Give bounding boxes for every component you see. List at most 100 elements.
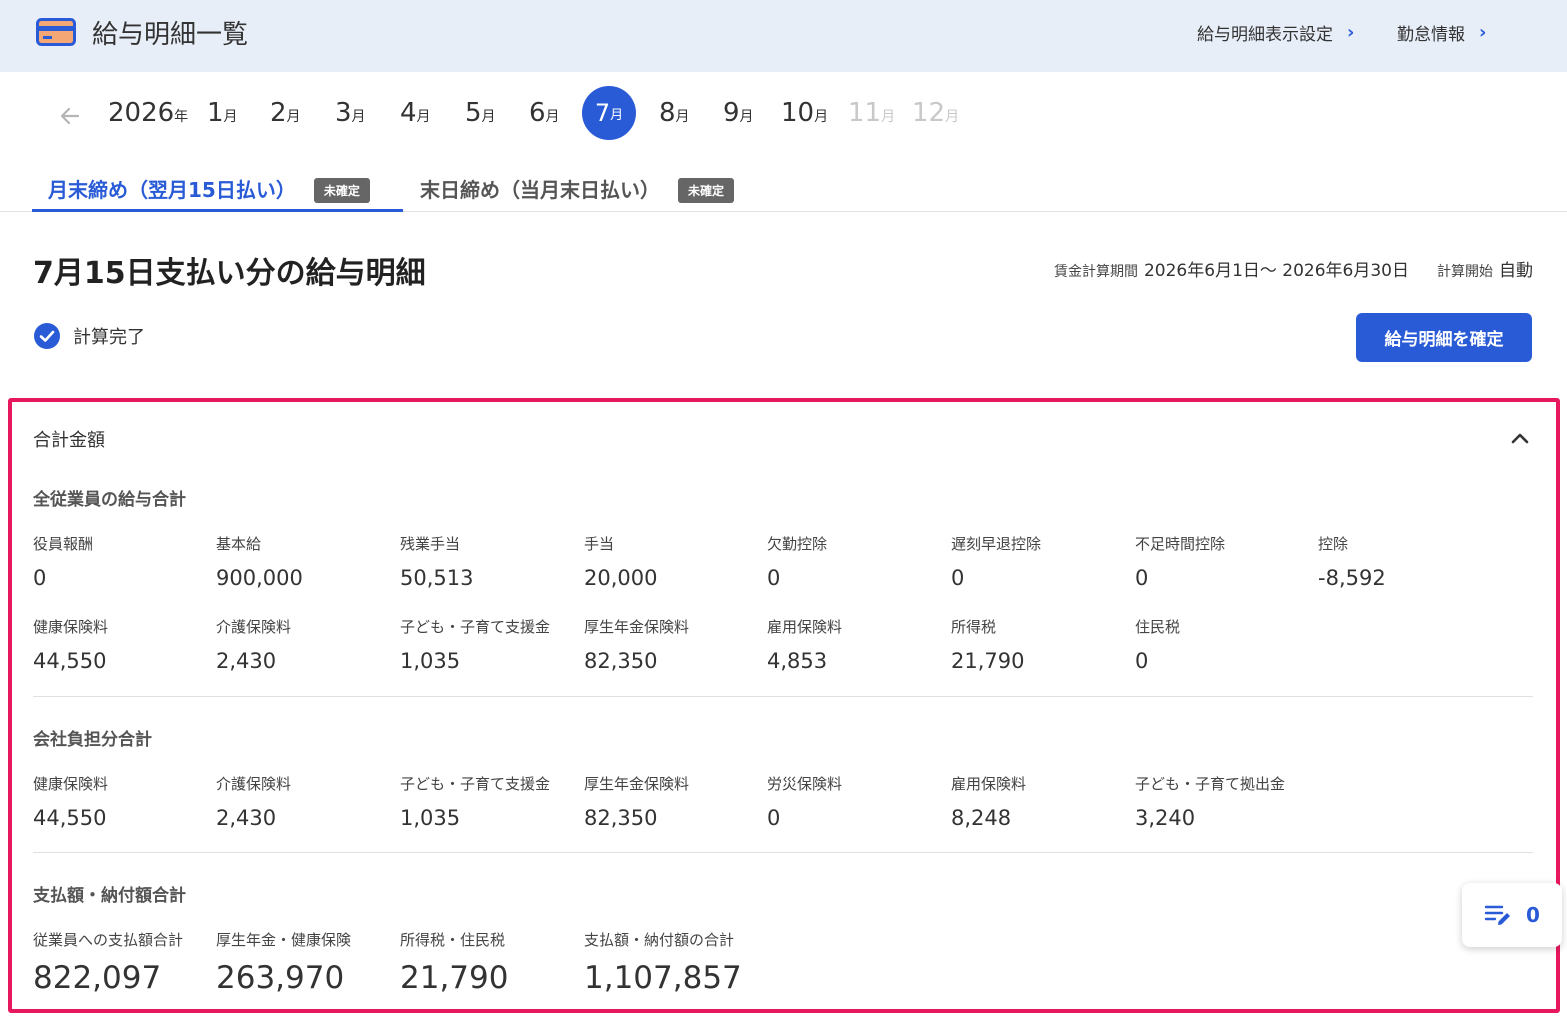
tab-last-day-closing[interactable]: 末日締め（当月末日払い） 未確定 [404, 166, 750, 212]
summary-item-value: 82,350 [584, 806, 658, 830]
month-8[interactable]: 8月 [659, 98, 690, 128]
status-text: 計算完了 [73, 327, 145, 348]
summary-item: 労災保険料 0 [767, 773, 842, 830]
summary-item-value: 0 [767, 806, 781, 830]
month-suffix: 月 [881, 109, 896, 125]
summary-item-label: 基本給 [216, 535, 262, 553]
month-11: 11月 [848, 98, 895, 128]
summary-item-label: 厚生年金保険料 [584, 775, 690, 793]
summary-item-value: 1,035 [400, 649, 461, 673]
summary-item-value: 20,000 [584, 566, 658, 590]
summary-item-value: 21,790 [951, 649, 1025, 673]
summary-item-value: 822,097 [33, 960, 162, 996]
summary-item-label: 子ども・子育て支援金 [400, 618, 551, 636]
company-total-title: 会社負担分合計 [33, 730, 152, 750]
month-number: 7 [594, 99, 611, 127]
summary-item-label: 介護保険料 [216, 775, 292, 793]
summary-item: 厚生年金・健康保険 263,970 [216, 929, 351, 996]
month-selector: 2026年 1月 2月 3月 4月 5月 6月 7 月 8月 9月 10月 11月 12月 [0, 84, 1567, 144]
month-suffix: 月 [223, 109, 238, 125]
summary-item: 欠勤控除 0 [767, 533, 827, 590]
app-header: 給与明細一覧 給与明細表示設定 › 勤怠情報 › [0, 0, 1567, 72]
divider [33, 852, 1533, 853]
tab-label: 末日締め（当月末日払い） [420, 178, 660, 202]
attendance-info-link[interactable]: 勤怠情報 › [1397, 20, 1486, 45]
confirm-payslip-button[interactable]: 給与明細を確定 [1356, 313, 1532, 362]
summary-item: 控除 -8,592 [1318, 533, 1386, 590]
summary-item-value: 1,035 [400, 806, 461, 830]
summary-item-label: 手当 [584, 535, 615, 553]
tab-label: 月末締め（翌月15日払い） [48, 178, 296, 202]
summary-item: 遅刻早退控除 0 [951, 533, 1041, 590]
month-suffix: 月 [739, 109, 754, 125]
month-number: 6 [529, 98, 546, 128]
summary-item: 厚生年金保険料 82,350 [584, 773, 689, 830]
month-suffix: 月 [481, 109, 496, 125]
summary-item-label: 子ども・子育て拠出金 [1135, 775, 1286, 793]
month-number: 8 [659, 98, 676, 128]
tab-month-end-closing[interactable]: 月末締め（翌月15日払い） 未確定 [32, 166, 403, 212]
memo-button[interactable]: 0 [1462, 883, 1562, 947]
chevron-up-icon[interactable] [1508, 426, 1532, 450]
payslip-display-settings-label: 給与明細表示設定 [1197, 25, 1333, 45]
summary-item-label: 厚生年金保険料 [584, 618, 690, 636]
month-5[interactable]: 5月 [465, 98, 496, 128]
employee-total-title: 全従業員の給与合計 [33, 490, 186, 510]
period-label: 賃金計算期間 [1053, 264, 1138, 280]
summary-item: 子ども・子育て支援金 1,035 [400, 773, 550, 830]
summary-item-label: 労災保険料 [767, 775, 843, 793]
summary-item-value: 4,853 [767, 649, 828, 673]
month-number: 10 [781, 98, 815, 128]
month-number: 9 [723, 98, 740, 128]
summary-item-label: 控除 [1318, 535, 1349, 553]
month-suffix: 月 [675, 109, 690, 125]
month-1[interactable]: 1月 [207, 98, 238, 128]
summary-item-value: 0 [1135, 649, 1149, 673]
month-7[interactable]: 7月 [582, 86, 636, 140]
summary-item-value: 0 [1135, 566, 1149, 590]
summary-item-label: 厚生年金・健康保険 [216, 931, 352, 949]
summary-item: 残業手当 50,513 [400, 533, 473, 590]
summary-item: 所得税・住民税 21,790 [400, 929, 508, 996]
summary-item: 健康保険料 44,550 [33, 616, 108, 673]
summary-item: 子ども・子育て拠出金 3,240 [1135, 773, 1285, 830]
summary-item-value: 82,350 [584, 649, 658, 673]
summary-item-label: 残業手当 [400, 535, 461, 553]
period-value: 2026年6月1日〜 2026年6月30日 [1143, 261, 1409, 281]
summary-title: 合計金額 [33, 430, 105, 451]
month-2[interactable]: 2月 [270, 98, 301, 128]
summary-item: 雇用保険料 8,248 [951, 773, 1026, 830]
month-number: 12 [912, 98, 946, 128]
payslip-display-settings-link[interactable]: 給与明細表示設定 › [1197, 20, 1354, 45]
attendance-info-label: 勤怠情報 [1397, 25, 1465, 45]
summary-panel: 合計金額 全従業員の給与合計 役員報酬 0 基本給 900,000 残業手当 50,513… [8, 398, 1560, 1013]
calculation-status: 計算完了 [33, 322, 145, 350]
summary-item: 住民税 0 [1135, 616, 1180, 673]
month-10[interactable]: 10月 [781, 98, 828, 128]
summary-item-label: 従業員への支払額合計 [33, 931, 184, 949]
summary-item: 健康保険料 44,550 [33, 773, 108, 830]
month-number: 3 [335, 98, 352, 128]
summary-item-value: 44,550 [33, 806, 107, 830]
summary-item-label: 健康保険料 [33, 775, 109, 793]
month-suffix: 月 [416, 109, 431, 125]
summary-item: 不足時間控除 0 [1135, 533, 1225, 590]
edit-notes-icon [1484, 905, 1510, 925]
month-3[interactable]: 3月 [335, 98, 366, 128]
month-6[interactable]: 6月 [529, 98, 560, 128]
summary-item-value: 21,790 [400, 960, 509, 996]
summary-item-value: 2,430 [216, 806, 277, 830]
summary-item: 所得税 21,790 [951, 616, 1024, 673]
month-suffix: 月 [286, 109, 301, 125]
month-number: 11 [848, 98, 882, 128]
summary-item-value: -8,592 [1318, 566, 1386, 590]
summary-item-value: 44,550 [33, 649, 107, 673]
month-4[interactable]: 4月 [400, 98, 431, 128]
summary-item: 手当 20,000 [584, 533, 657, 590]
status-badge: 未確定 [313, 178, 370, 203]
arrow-left-icon[interactable] [56, 102, 84, 130]
month-suffix: 月 [545, 109, 560, 125]
summary-item-label: 介護保険料 [216, 618, 292, 636]
calculation-period: 賃金計算期間 2026年6月1日〜 2026年6月30日 計算開始 自動 [1054, 256, 1533, 281]
month-9[interactable]: 9月 [723, 98, 754, 128]
